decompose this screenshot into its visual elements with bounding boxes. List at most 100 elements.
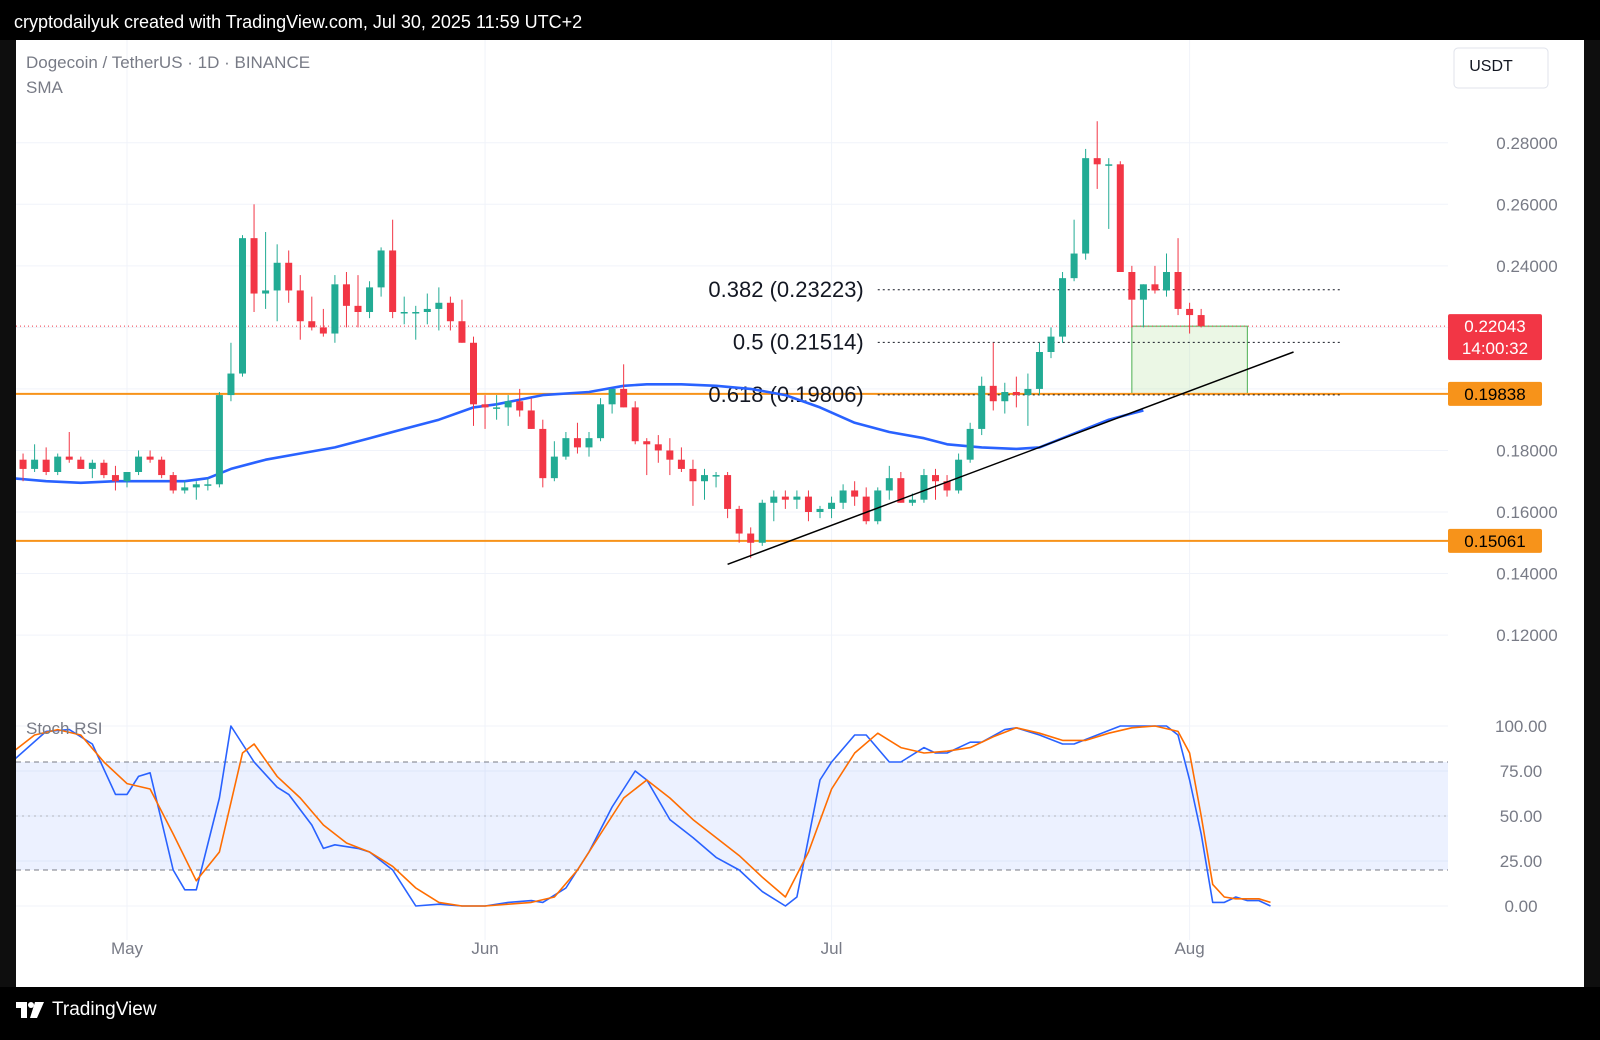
candle-body xyxy=(88,462,96,469)
price-tick-label: 0.26000 xyxy=(1496,195,1557,214)
candle-body xyxy=(839,490,847,503)
candle-body xyxy=(885,478,893,491)
candle-body xyxy=(135,456,143,472)
candle-body xyxy=(77,459,85,469)
candle-body xyxy=(169,475,177,491)
price-tick-label: 0.28000 xyxy=(1496,134,1557,153)
candles xyxy=(8,121,1205,559)
candle-body xyxy=(342,284,350,306)
candle-body xyxy=(296,290,304,322)
candle-body xyxy=(1012,392,1020,396)
candle-body xyxy=(319,327,327,334)
time-tick-label: May xyxy=(111,939,144,958)
tradingview-logo[interactable]: TradingView xyxy=(16,999,157,1021)
candle-body xyxy=(747,533,755,543)
candle-body xyxy=(701,475,708,482)
candle-body xyxy=(654,444,662,451)
candle-body xyxy=(331,284,339,334)
candle-body xyxy=(932,475,939,482)
candle-body xyxy=(504,401,512,408)
price-tick-label: 0.16000 xyxy=(1496,503,1557,522)
candle-body xyxy=(1070,253,1078,279)
candle-body xyxy=(273,262,281,291)
candle-body xyxy=(955,459,963,491)
candle-body xyxy=(250,238,258,294)
candle-body xyxy=(123,472,131,482)
candle-body xyxy=(146,456,154,460)
price-label-countdown: 14:00:32 xyxy=(1462,339,1528,358)
candle-body xyxy=(158,459,166,476)
candle-body xyxy=(1024,388,1032,396)
price-label-text: 0.19838 xyxy=(1464,385,1525,404)
candle-body xyxy=(689,468,697,482)
footer-bar: TradingView xyxy=(0,987,1600,1040)
candle-body xyxy=(181,487,189,491)
candle-body xyxy=(677,459,685,469)
candle-body xyxy=(42,459,50,472)
time-tick-label: Aug xyxy=(1174,939,1204,958)
candle-body xyxy=(1082,158,1090,254)
candle-body xyxy=(862,496,870,522)
price-tick-label: 0.24000 xyxy=(1496,257,1557,276)
candle-body xyxy=(724,475,732,509)
candle-body xyxy=(851,490,859,497)
candle-body xyxy=(285,262,293,291)
candle-body xyxy=(908,499,916,503)
stoch-tick-label: 75.00 xyxy=(1500,762,1543,781)
candle-body xyxy=(550,456,558,479)
target-zone-rect xyxy=(1131,325,1248,395)
candle-body xyxy=(597,404,605,439)
candle-body xyxy=(828,502,836,509)
candle-body xyxy=(1197,315,1205,327)
candle-body xyxy=(735,508,743,534)
candle-body xyxy=(989,385,997,402)
candle-body xyxy=(192,484,200,488)
candle-body xyxy=(966,428,974,460)
candle-body xyxy=(1163,272,1170,291)
tradingview-logo-text: TradingView xyxy=(52,999,157,1020)
candle-body xyxy=(481,404,489,408)
candle-body xyxy=(493,407,501,409)
candle-body xyxy=(1128,272,1136,300)
candle-body xyxy=(620,388,628,408)
sma-path xyxy=(11,382,1144,485)
tradingview-logo-icon xyxy=(16,1002,44,1018)
candle-body xyxy=(1139,284,1147,300)
candlestick-chart[interactable]: 0.382 (0.23223)0.5 (0.21514)0.618 (0.198… xyxy=(8,40,1584,987)
candle-body xyxy=(804,496,812,512)
candle-body xyxy=(793,496,801,500)
price-tick-label: 0.14000 xyxy=(1496,565,1557,584)
candle-body xyxy=(215,395,223,485)
chart-caption-bar: cryptodailyuk created with TradingView.c… xyxy=(0,0,1600,40)
candle-body xyxy=(770,496,778,503)
candle-body xyxy=(712,475,720,477)
candle-body xyxy=(608,388,616,405)
candle-body xyxy=(573,438,581,448)
indicator-label[interactable]: SMA xyxy=(26,78,64,97)
price-tick-label: 0.12000 xyxy=(1496,626,1557,645)
candle-body xyxy=(1105,164,1113,166)
candle-body xyxy=(262,290,270,294)
stoch-rsi-label[interactable]: Stoch RSI xyxy=(26,719,103,738)
candle-body xyxy=(758,502,766,543)
stoch-tick-label: 0.00 xyxy=(1504,897,1537,916)
stoch-rsi-pane xyxy=(10,725,1448,907)
candle-body xyxy=(585,438,593,448)
stoch-tick-label: 50.00 xyxy=(1500,807,1543,826)
candle-body xyxy=(389,250,397,312)
candle-body xyxy=(1093,158,1101,165)
price-label-text: 0.22043 xyxy=(1464,317,1525,336)
time-tick-label: Jul xyxy=(821,939,843,958)
price-axis[interactable]: 0.28000 0.26000 0.24000 0.18000 0.16000 0.140… xyxy=(1448,40,1584,987)
symbol-title[interactable]: Dogecoin / TetherUS · 1D · BINANCE xyxy=(26,53,310,72)
time-axis[interactable]: May Jun Jul Aug xyxy=(111,939,1205,958)
candle-body xyxy=(308,321,316,328)
candle-body xyxy=(1174,272,1182,309)
chart-panel[interactable]: 0.382 (0.23223) 0.5 (0.21514) 0.618 (0.198… xyxy=(8,40,1584,987)
candle-body xyxy=(354,305,362,312)
candle-body xyxy=(239,238,246,374)
candle-body xyxy=(874,490,882,522)
sma-line xyxy=(11,382,1144,485)
candle-body xyxy=(366,287,374,312)
candle-body xyxy=(377,250,385,288)
